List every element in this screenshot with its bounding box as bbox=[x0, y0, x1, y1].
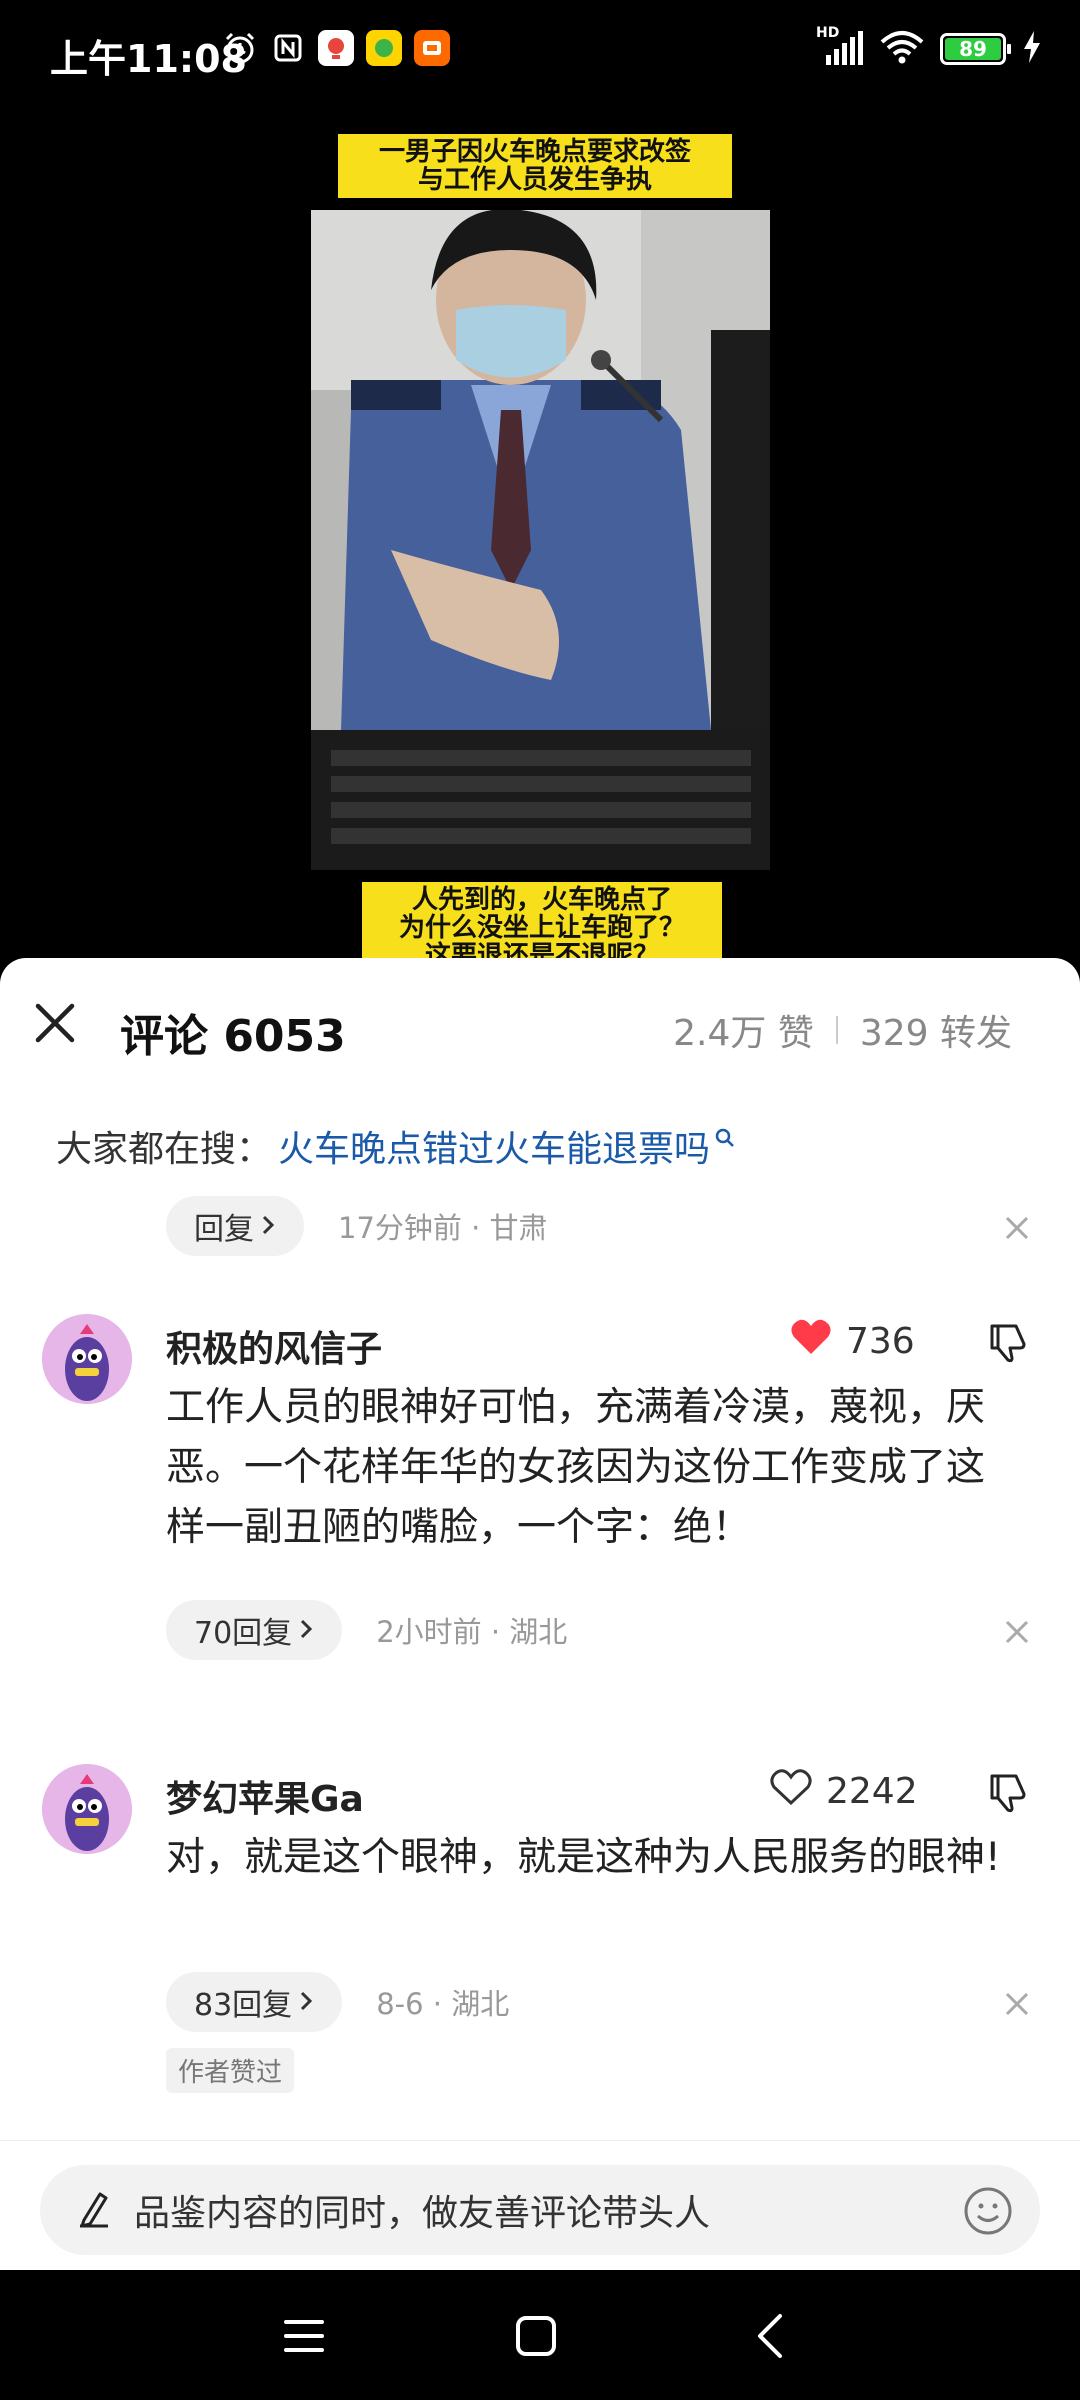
search-label: 大家都在搜： bbox=[56, 1129, 273, 1170]
like-button[interactable]: 736 bbox=[790, 1318, 915, 1365]
heart-icon bbox=[770, 1768, 812, 1815]
trending-search: 大家都在搜： 火车晚点错过火车能退票吗 bbox=[56, 1120, 736, 1172]
thumbs-down-icon[interactable] bbox=[986, 1320, 1030, 1364]
comment-text: 工作人员的眼神好可怕，充满着冷漠，蔑视，厌恶。一个花样年华的女孩因为这份工作变成… bbox=[166, 1385, 986, 1550]
caption-line: 一男子因火车晚点要求改签 bbox=[378, 137, 691, 167]
comment-item: 积极的风信子 736 工作人员的眼神好可怕，充满着冷漠，蔑视，厌恶。一个花样年华… bbox=[0, 1308, 1080, 1708]
status-icons-right: HD 89 bbox=[816, 25, 1042, 68]
home-icon[interactable] bbox=[508, 2308, 564, 2364]
comment-meta: 2小时前 · 湖北 bbox=[376, 1615, 568, 1649]
status-time: 上午11:08 bbox=[50, 37, 247, 81]
status-icons-left bbox=[222, 30, 450, 66]
caption-line: 人先到的，火车晚点了 bbox=[411, 885, 672, 915]
charging-icon bbox=[1022, 31, 1042, 67]
pen-icon bbox=[76, 2188, 112, 2232]
menu-icon[interactable] bbox=[276, 2308, 332, 2364]
emoji-icon[interactable] bbox=[962, 2185, 1014, 2237]
comment-username[interactable]: 梦幻苹果Ga bbox=[166, 1770, 364, 1822]
comment-meta: 17分钟前 · 甘肃 bbox=[338, 1211, 548, 1245]
search-link[interactable]: 火车晚点错过火车能退票吗 bbox=[278, 1120, 710, 1172]
chevron-right-icon bbox=[298, 1985, 314, 2020]
taobao-app-icon bbox=[414, 30, 450, 66]
reply-label: 回复 bbox=[194, 1212, 254, 1247]
dismiss-icon[interactable] bbox=[1003, 1618, 1031, 1646]
reply-label: 83回复 bbox=[194, 1988, 293, 2023]
app-notification-icon bbox=[318, 30, 354, 66]
network-type: HD bbox=[816, 25, 840, 41]
status-bar: 上午11:08 HD 89 bbox=[0, 0, 1080, 100]
dismiss-icon[interactable] bbox=[1003, 1990, 1031, 2018]
back-icon[interactable] bbox=[744, 2308, 800, 2364]
comment-count-title: 评论 6053 bbox=[120, 1011, 346, 1062]
signal-icon: HD bbox=[816, 25, 864, 67]
nfc-icon bbox=[270, 30, 306, 66]
comment-meta: 8-6 · 湖北 bbox=[376, 1987, 510, 2021]
avatar[interactable] bbox=[42, 1314, 132, 1404]
search-icon[interactable] bbox=[714, 1117, 736, 1158]
comment-sheet-header: 评论 6053 2.4万 赞 329 转发 bbox=[0, 958, 1080, 1098]
caption-line: 为什么没坐上让车跑了？ bbox=[398, 913, 685, 943]
system-nav-bar bbox=[0, 2270, 1080, 2400]
close-icon[interactable] bbox=[30, 998, 80, 1048]
comment-item: 梦幻苹果Ga 2242 对，就是这个眼神，就是这种为人民服务的眼神! 83回复 … bbox=[0, 1758, 1080, 2093]
prev-comment-reply-row: 回复 17分钟前 · 甘肃 bbox=[166, 1196, 548, 1256]
thumbs-down-icon[interactable] bbox=[986, 1770, 1030, 1814]
comment-sheet: 评论 6053 2.4万 赞 329 转发 大家都在搜： 火车晚点错过火车能退票… bbox=[0, 958, 1080, 2268]
video-caption-top: 一男子因火车晚点要求改签 与工作人员发生争执 bbox=[338, 134, 732, 198]
battery-level: 89 bbox=[945, 37, 1001, 61]
wifi-icon bbox=[880, 30, 924, 68]
comment-input-placeholder: 品鉴内容的同时，做友善评论带头人 bbox=[134, 2193, 711, 2234]
comment-reply-row: 83回复 8-6 · 湖北 bbox=[166, 1972, 509, 2032]
video-frame bbox=[311, 210, 770, 870]
avatar[interactable] bbox=[42, 1764, 132, 1854]
heart-icon bbox=[790, 1318, 832, 1365]
likes-count[interactable]: 2.4万 赞 bbox=[673, 1004, 814, 1056]
caption-line: 与工作人员发生争执 bbox=[417, 165, 652, 195]
reply-button[interactable]: 83回复 bbox=[166, 1972, 343, 2032]
reply-label: 70回复 bbox=[194, 1616, 293, 1651]
reply-button[interactable]: 70回复 bbox=[166, 1600, 343, 1660]
comment-reply-row: 70回复 2小时前 · 湖北 bbox=[166, 1600, 567, 1660]
video-still-image bbox=[311, 210, 770, 870]
like-count: 2242 bbox=[826, 1771, 918, 1812]
comment-text: 对，就是这个眼神，就是这种为人民服务的眼神! bbox=[166, 1835, 1001, 1880]
like-count: 736 bbox=[846, 1321, 915, 1362]
app-notification-icon bbox=[366, 30, 402, 66]
dismiss-icon[interactable] bbox=[1003, 1214, 1031, 1242]
like-button[interactable]: 2242 bbox=[770, 1768, 918, 1815]
comment-input-bar: 品鉴内容的同时，做友善评论带头人 bbox=[0, 2140, 1080, 2270]
comment-username[interactable]: 积极的风信子 bbox=[166, 1320, 382, 1372]
comment-input[interactable]: 品鉴内容的同时，做友善评论带头人 bbox=[40, 2165, 1040, 2255]
stat-divider bbox=[835, 1016, 838, 1044]
reply-button[interactable]: 回复 bbox=[166, 1196, 304, 1256]
video-player[interactable]: 一男子因火车晚点要求改签 与工作人员发生争执 人先到的，火车晚点了 为什么没坐上… bbox=[0, 100, 1080, 972]
author-liked-badge: 作者赞过 bbox=[166, 2048, 295, 2093]
chevron-right-icon bbox=[260, 1209, 276, 1244]
chevron-right-icon bbox=[298, 1613, 314, 1648]
alarm-icon bbox=[222, 30, 258, 66]
post-stats: 2.4万 赞 329 转发 bbox=[673, 1004, 1012, 1056]
shares-count[interactable]: 329 转发 bbox=[860, 1004, 1012, 1056]
battery-icon: 89 bbox=[940, 33, 1011, 65]
